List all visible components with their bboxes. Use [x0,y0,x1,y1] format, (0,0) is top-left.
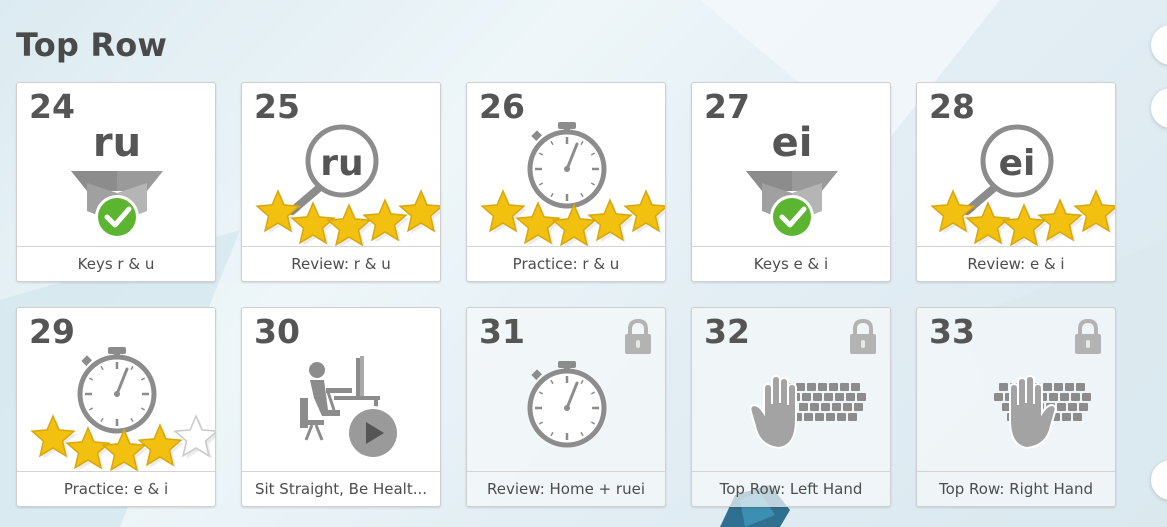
lesson-number: 27 [704,87,750,126]
lesson-letters: ru [93,120,141,166]
lesson-number: 29 [29,312,75,351]
lesson-number: 24 [29,87,75,126]
lesson-card-30[interactable]: 30 Sit Straight, Be Healt... [241,307,441,507]
lesson-number: 26 [479,87,525,126]
section-title: Top Row [16,26,168,64]
magnifier-icon: ru [288,124,379,215]
lesson-label: Review: r & u [242,246,440,281]
lesson-label: Top Row: Left Hand [692,471,890,506]
play-icon [346,406,400,460]
lock-icon [850,319,876,354]
lesson-card-31[interactable]: 31 Review: Home + ruei [466,307,666,507]
lock-icon [625,319,651,354]
lesson-label: Keys e & i [692,246,890,281]
lesson-card-25[interactable]: ru 25 Review: r & u [241,82,441,282]
check-icon [95,195,139,239]
lesson-letters: ei [999,143,1036,184]
lesson-label: Review: e & i [917,246,1115,281]
stopwatch-icon [527,122,607,209]
lesson-letters: ru [320,143,363,184]
lesson-number: 28 [929,87,975,126]
hand-icon [749,374,797,450]
lesson-label: Top Row: Right Hand [917,471,1115,506]
magnifier-icon: ei [963,124,1054,215]
lesson-number: 33 [929,312,975,351]
check-icon [770,195,814,239]
lesson-card-32[interactable]: 32 Top Row: Left Hand [691,307,891,507]
lesson-number: 32 [704,312,750,351]
lesson-card-33[interactable]: 33 Top Row: Right Hand [916,307,1116,507]
stopwatch-icon [77,347,157,434]
lesson-card-29[interactable]: 29 Practice: e & i [16,307,216,507]
lesson-label: Practice: r & u [467,246,665,281]
side-bottom-button[interactable] [1151,460,1167,500]
side-action-button[interactable] [1151,88,1167,128]
lesson-number: 30 [254,312,300,351]
lesson-label: Keys r & u [17,246,215,281]
lesson-label: Practice: e & i [17,471,215,506]
lesson-card-28[interactable]: ei 28 Review: e & i [916,82,1116,282]
lesson-number: 25 [254,87,300,126]
lesson-card-27[interactable]: ei 27 Keys e & i [691,82,891,282]
lesson-label: Review: Home + ruei [467,471,665,506]
lesson-label: Sit Straight, Be Healt... [242,471,440,506]
lesson-letters: ei [772,120,813,166]
lesson-card-26[interactable]: 26 Practice: r & u [466,82,666,282]
lesson-number: 31 [479,312,525,351]
stopwatch-icon [527,361,607,448]
lock-icon [1075,319,1101,354]
side-menu-button[interactable] [1151,25,1167,65]
lesson-card-24[interactable]: ru 24 Keys r & u [16,82,216,282]
